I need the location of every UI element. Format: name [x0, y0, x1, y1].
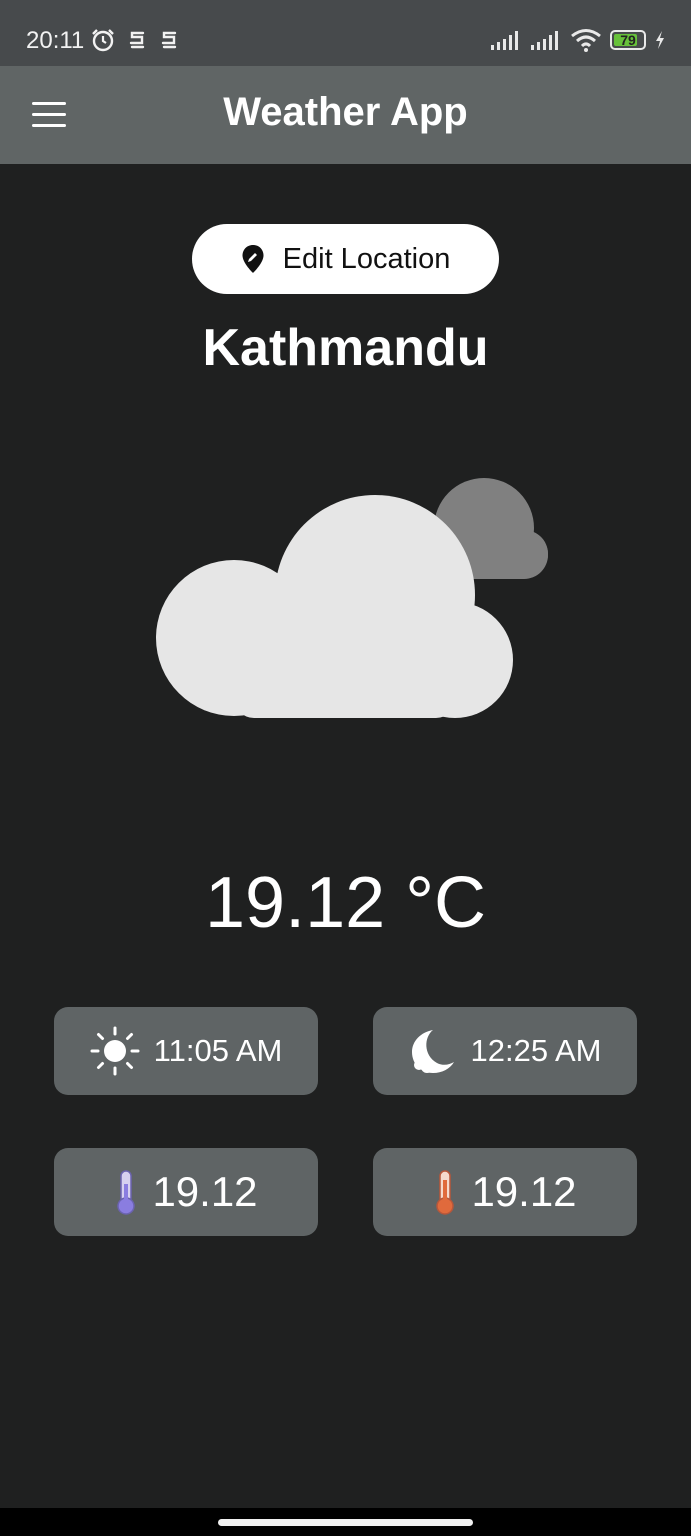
edit-location-label: Edit Location	[282, 242, 451, 275]
current-temperature: 19.12 °C	[205, 863, 486, 943]
sunset-card: 12:25 AM	[373, 1007, 637, 1095]
app-title: Weather App	[223, 90, 468, 134]
thermometer-hot-icon	[436, 1170, 455, 1215]
thermometer-cold-icon	[117, 1170, 136, 1215]
battery-level: 79	[620, 32, 636, 48]
sun-icon	[90, 1026, 140, 1076]
max-temperature-card: 19.12	[373, 1148, 637, 1236]
status-notification-icons	[90, 27, 180, 53]
signal-icon	[531, 31, 558, 50]
moon-icon	[411, 1030, 454, 1073]
location-pin-icon	[242, 245, 264, 273]
battery-indicator: 79	[610, 30, 646, 50]
status-bar: 20:11 79	[0, 0, 691, 66]
home-indicator[interactable]	[218, 1519, 473, 1526]
city-name: Kathmandu	[202, 319, 489, 377]
alarm-icon	[92, 29, 114, 52]
sunset-time: 12:25 AM	[470, 1033, 602, 1068]
max-temperature: 19.12	[471, 1168, 577, 1215]
charging-icon	[656, 31, 664, 49]
app-notification-icon	[129, 31, 145, 49]
min-temperature: 19.12	[152, 1168, 258, 1215]
sunrise-time: 11:05 AM	[153, 1033, 283, 1068]
cloudy-icon	[156, 478, 548, 718]
status-time: 20:11	[26, 27, 85, 54]
wifi-icon	[571, 29, 601, 52]
sunrise-card: 11:05 AM	[54, 1007, 318, 1095]
status-system-icons: 79	[490, 28, 666, 52]
edit-location-button[interactable]: Edit Location	[192, 224, 499, 294]
app-notification-icon	[161, 31, 177, 49]
app-bar: Weather App	[0, 66, 691, 164]
min-temperature-card: 19.12	[54, 1148, 318, 1236]
signal-icon	[491, 31, 518, 50]
